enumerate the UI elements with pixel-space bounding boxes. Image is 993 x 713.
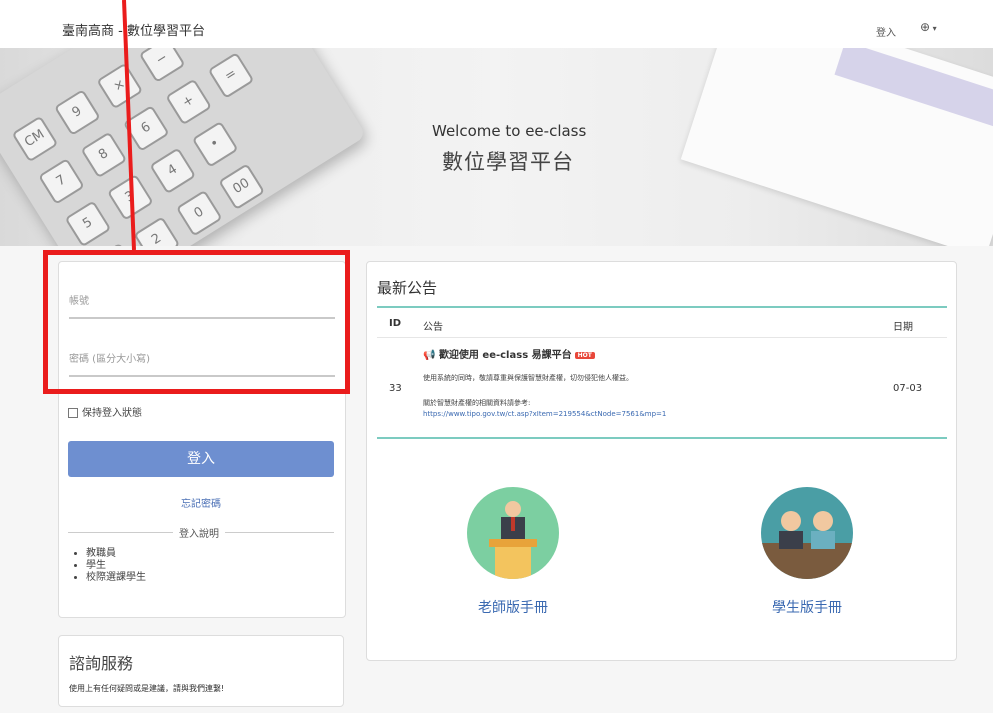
caret-down-icon: ▾ xyxy=(930,24,937,33)
announcement-title: 歡迎使用 ee-class 易課平台 xyxy=(438,350,572,361)
divider xyxy=(377,337,947,338)
hot-badge: HOT xyxy=(574,351,595,359)
divider xyxy=(377,306,947,308)
calc-key: 0 xyxy=(175,189,223,237)
calc-key: − xyxy=(138,48,186,83)
teacher-podium-icon[interactable] xyxy=(467,487,559,579)
column-header-id: ID xyxy=(389,318,402,329)
annotation-arrow-line xyxy=(122,0,136,251)
student-manual-label[interactable]: 學生版手冊 xyxy=(747,597,867,617)
contact-text: 使用上有任何疑問或是建議，請與我們連繫! xyxy=(69,684,225,693)
teacher-manual[interactable]: 老師版手冊 xyxy=(453,487,573,617)
calc-key: 4 xyxy=(149,147,197,195)
announcement-date: 07-03 xyxy=(893,383,923,394)
announcement-link[interactable]: https://www.tipo.gov.tw/ct.asp?xItem=219… xyxy=(423,410,666,418)
remember-me-checkbox[interactable]: 保持登入狀態 xyxy=(68,404,142,419)
calc-key: • xyxy=(191,120,239,168)
remember-label: 保持登入狀態 xyxy=(82,408,142,419)
login-button[interactable]: 登入 xyxy=(68,441,334,477)
student-manual[interactable]: 學生版手冊 xyxy=(747,487,867,617)
top-navbar: 臺南高商 - 數位學習平台 登入 ⊕ ▾ xyxy=(0,0,993,48)
calc-key: 8 xyxy=(80,131,128,179)
calc-key: 2 xyxy=(133,216,181,246)
calc-key: + xyxy=(165,78,213,126)
hero-subtitle: 數位學習平台 xyxy=(442,150,574,174)
calc-key: × xyxy=(96,62,144,110)
hero-welcome: Welcome to ee-class xyxy=(432,122,587,140)
calc-key: CM xyxy=(11,115,59,163)
contact-card: 諮詢服務 使用上有任何疑問或是建議，請與我們連繫! xyxy=(58,635,344,707)
invoice-paper-image xyxy=(680,48,993,246)
announcement-text: 關於智慧財產權的相關資料請參考: xyxy=(423,399,531,407)
forgot-password-link[interactable]: 忘記密碼 xyxy=(68,495,334,510)
announcement-title-link[interactable]: 📢 歡迎使用 ee-class 易課平台 HOT xyxy=(423,346,595,361)
hero-banner: CM 9 × − 7 8 6 5 3 + = 4 1 2 • 0 00 Welc… xyxy=(0,48,993,246)
contact-title: 諮詢服務 xyxy=(69,654,134,673)
calculator-image: CM 9 × − 7 8 6 5 3 + = 4 1 2 • 0 00 xyxy=(0,48,367,246)
paper-highlight xyxy=(834,48,993,137)
role-item: 校際選課學生 xyxy=(86,572,146,584)
role-item: 教職員 xyxy=(86,548,146,560)
annotation-highlight-box xyxy=(43,250,350,394)
announcement-id: 33 xyxy=(389,383,402,394)
calc-key: 7 xyxy=(38,157,85,205)
calc-key: 5 xyxy=(64,200,112,246)
login-help-title: 登入說明 xyxy=(173,525,225,540)
calc-key: = xyxy=(207,51,255,99)
megaphone-icon: 📢 xyxy=(423,350,439,361)
students-icon[interactable] xyxy=(761,487,853,579)
calc-key: 00 xyxy=(218,163,266,211)
announcement-text: 使用系統的同時，敬請尊重與保護智慧財產權，切勿侵犯他人權益。 xyxy=(423,374,633,382)
calc-key: 9 xyxy=(53,89,101,136)
column-header-date: 日期 xyxy=(893,322,913,333)
nav-login-link[interactable]: 登入 xyxy=(876,24,896,39)
checkbox-icon[interactable] xyxy=(68,408,78,418)
column-header-notice: 公告 xyxy=(423,322,443,333)
role-list: 教職員 學生 校際選課學生 xyxy=(72,548,146,584)
globe-icon: ⊕ xyxy=(920,20,931,34)
announcement-panel: 最新公告 ID 公告 日期 📢 歡迎使用 ee-class 易課平台 HOT 使用… xyxy=(366,261,957,661)
role-item: 學生 xyxy=(86,560,146,572)
language-menu[interactable]: ⊕ ▾ xyxy=(920,20,937,34)
divider xyxy=(377,437,947,439)
teacher-manual-label[interactable]: 老師版手冊 xyxy=(453,597,573,617)
announcement-heading: 最新公告 xyxy=(377,279,438,297)
